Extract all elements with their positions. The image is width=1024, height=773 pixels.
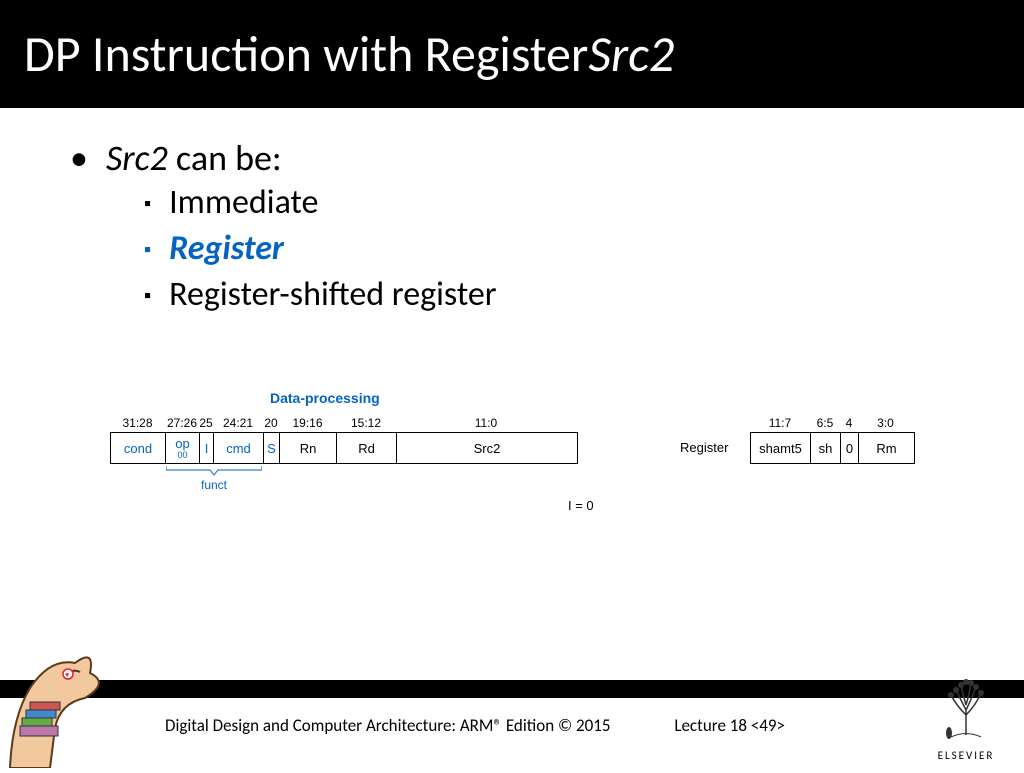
publisher-name: ELSEVIER (926, 749, 1006, 762)
funct-bracket: funct (166, 466, 262, 492)
footer-separator (0, 680, 1024, 698)
svg-text:♥: ♥ (65, 670, 69, 679)
bullet-text: can be: (168, 136, 282, 180)
fields-main: condop00IcmdSRnRdSrc2 (110, 432, 578, 464)
bit-range-label: 27:26 (165, 416, 199, 430)
bit-range-label: 4 (840, 416, 858, 430)
lecture-number: Lecture 18 <49> (674, 715, 785, 736)
title-italic: Src2 (588, 24, 674, 85)
bit-range-label: 3:0 (858, 416, 913, 430)
slide-title: DP Instruction with Register Src2 (0, 0, 1024, 108)
dp-title: Data-processing (270, 390, 380, 406)
title-text: DP Instruction with Register (24, 24, 588, 85)
square-bullet-icon: ▪ (144, 237, 151, 264)
field-sh: sh (811, 433, 841, 463)
content-area: • Src2 can be: ▪ Immediate ▪ Register ▪ Regis… (0, 108, 1024, 318)
bit-range-label: 31:28 (110, 416, 165, 430)
footer-text: Digital Design and Computer Architecture… (165, 715, 785, 736)
bullet-text: Register-shifted register (169, 272, 497, 318)
src2-italic: Src2 (106, 136, 168, 180)
bullet-level-2: ▪ Immediate (144, 180, 964, 226)
register-label: Register (680, 440, 728, 455)
elsevier-tree-icon (931, 675, 1001, 745)
field-rd: Rd (337, 433, 397, 463)
bit-range-label: 19:16 (279, 416, 336, 430)
bit-labels-main: 31:2827:262524:212019:1615:1211:0 (110, 416, 576, 430)
bit-range-label: 20 (263, 416, 279, 430)
field-s: S (264, 433, 280, 463)
field-cmd: cmd (214, 433, 264, 463)
bit-range-label: 24:21 (213, 416, 263, 430)
bit-range-label: 11:0 (396, 416, 576, 430)
arm-illustration: ♥ (0, 628, 150, 768)
field-rn: Rn (280, 433, 337, 463)
square-bullet-icon: ▪ (144, 191, 151, 218)
field-src2: Src2 (397, 433, 577, 463)
copyright: Digital Design and Computer Architecture… (165, 715, 610, 736)
square-bullet-icon: ▪ (144, 283, 151, 310)
field-0: 0 (841, 433, 859, 463)
fields-reg: shamt5sh0Rm (750, 432, 915, 464)
bit-range-label: 25 (199, 416, 213, 430)
field-shamt5: shamt5 (751, 433, 811, 463)
funct-label: funct (166, 478, 262, 492)
bullet-level-2: ▪ Register-shifted register (144, 272, 964, 318)
bit-range-label: 15:12 (336, 416, 396, 430)
bullet-text: Immediate (169, 180, 318, 226)
i-equals-zero: I = 0 (568, 498, 594, 513)
publisher-logo: ELSEVIER (926, 675, 1006, 762)
bullet-dot: • (70, 136, 88, 180)
field-i: I (200, 433, 214, 463)
field-op: op00 (166, 433, 200, 463)
bit-range-label: 6:5 (810, 416, 840, 430)
bit-labels-reg: 11:76:543:0 (750, 416, 913, 430)
field-cond: cond (111, 433, 166, 463)
field-rm: Rm (859, 433, 914, 463)
bullet-level-2: ▪ Register (144, 226, 964, 272)
bullet-level-1: • Src2 can be: (70, 136, 964, 180)
bullet-text: Register (169, 226, 284, 272)
bit-range-label: 11:7 (750, 416, 810, 430)
